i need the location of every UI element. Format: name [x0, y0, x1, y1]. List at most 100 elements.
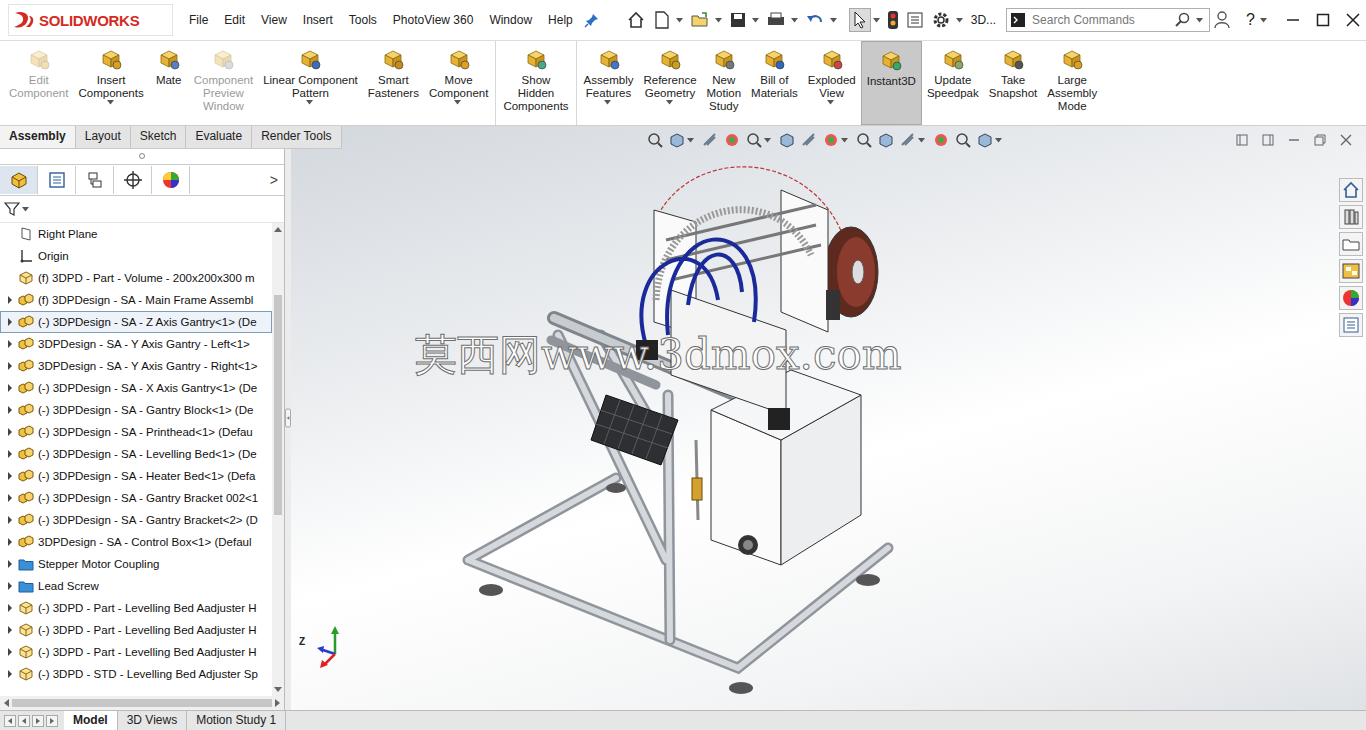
view-tool[interactable] — [877, 131, 895, 149]
dropdown-caret-icon[interactable] — [454, 100, 461, 105]
dropdown-caret-icon[interactable] — [918, 138, 925, 143]
view-tool[interactable] — [954, 131, 972, 149]
panel-splitter[interactable] — [284, 126, 291, 710]
tab-scroll-icon[interactable] — [32, 715, 44, 727]
command-button[interactable]: ExplodedView — [803, 41, 861, 125]
dropdown-caret-icon[interactable] — [1196, 18, 1203, 23]
view-tool[interactable] — [899, 131, 928, 149]
toolbar-overflow[interactable]: 3D... — [971, 13, 996, 27]
expander[interactable] — [4, 428, 16, 436]
tree-item[interactable]: 3DPDesign - SA - Y Axis Gantry - Left<1> — [0, 333, 272, 355]
tree-item[interactable]: (-) 3DPDesign - SA - Gantry Block<1> (De — [0, 399, 272, 421]
tree-item[interactable]: (-) 3DPDesign - SA - Printhead<1> (Defau — [0, 421, 272, 443]
menu-item[interactable]: Tools — [341, 13, 385, 27]
menu-item[interactable]: Edit — [216, 13, 253, 27]
dropdown-caret-icon[interactable] — [22, 207, 29, 212]
expander[interactable] — [4, 406, 16, 414]
command-button[interactable]: NewMotionStudy — [702, 41, 747, 125]
tree-item[interactable]: (-) 3DPDesign - SA - Gantry Bracket<2> (… — [0, 509, 272, 531]
viewport-restore-icon[interactable] — [1314, 134, 1326, 146]
view-tool[interactable] — [932, 131, 950, 149]
model-tab[interactable]: Model — [64, 711, 118, 730]
tab-scroll-icon[interactable] — [18, 715, 30, 727]
command-button[interactable]: SmartFasteners — [363, 41, 424, 125]
close-icon[interactable] — [1346, 13, 1360, 27]
tree-item[interactable]: (-) 3DPD - STD - Levelling Bed Adjuster … — [0, 663, 272, 685]
expander[interactable] — [4, 516, 16, 524]
menu-item[interactable]: View — [253, 13, 295, 27]
user-icon[interactable] — [1213, 10, 1231, 30]
view-tool[interactable] — [701, 131, 719, 149]
command-button[interactable]: TakeSnapshot — [984, 41, 1043, 125]
expand-arrow-icon[interactable] — [6, 604, 14, 612]
tree-item[interactable]: (-) 3DPDesign - SA - Heater Bed<1> (Defa — [0, 465, 272, 487]
command-tab[interactable]: Assembly — [0, 126, 76, 148]
view-tool[interactable] — [822, 131, 851, 149]
panel-handle[interactable] — [0, 148, 284, 164]
model-tab[interactable]: 3D Views — [118, 711, 187, 730]
panel-tab[interactable] — [38, 166, 76, 194]
expander[interactable] — [4, 472, 16, 480]
panel-tab[interactable] — [76, 166, 114, 194]
scroll-left-icon[interactable] — [3, 699, 9, 707]
tree-item[interactable]: (-) 3DPD - Part - Levelling Bed Aadjuste… — [0, 597, 272, 619]
command-button[interactable]: MoveComponent — [424, 41, 493, 125]
panel-tab[interactable] — [0, 166, 38, 194]
dropdown-caret-icon[interactable] — [604, 100, 611, 105]
tree-item[interactable]: (-) 3DPDesign - SA - Gantry Bracket 002<… — [0, 487, 272, 509]
search-icon[interactable] — [1175, 12, 1191, 28]
pin-icon[interactable] — [584, 12, 600, 28]
horizontal-scrollbar[interactable] — [0, 696, 284, 710]
viewport-minimize-icon[interactable] — [1288, 134, 1300, 146]
tree-item[interactable]: Stepper Motor Coupling — [0, 553, 272, 575]
view-tool[interactable] — [646, 131, 664, 149]
dropdown-caret-icon[interactable] — [830, 18, 837, 23]
open-folder-icon[interactable] — [690, 10, 710, 30]
home-icon[interactable] — [1339, 178, 1363, 202]
expander[interactable] — [4, 384, 16, 392]
command-button[interactable]: ComponentPreviewWindow — [189, 41, 258, 125]
expand-arrow-icon[interactable] — [6, 362, 14, 370]
command-tab[interactable]: Evaluate — [186, 126, 252, 148]
tree-item[interactable]: 3DPDesign - SA - Control Box<1> (Defaul — [0, 531, 272, 553]
dropdown-caret-icon[interactable] — [764, 138, 771, 143]
command-button[interactable]: Instant3D — [861, 41, 922, 125]
tab-scroll-icon[interactable] — [4, 715, 16, 727]
menu-item[interactable]: PhotoView 360 — [385, 13, 482, 27]
tree-item[interactable]: (f) 3DPDesign - SA - Main Frame Assembl — [0, 289, 272, 311]
view-tool[interactable] — [745, 131, 774, 149]
dropdown-caret-icon[interactable] — [107, 100, 114, 105]
tree-filter[interactable] — [0, 196, 284, 223]
more-tabs-button[interactable]: > — [270, 172, 278, 188]
expand-arrow-icon[interactable] — [6, 296, 14, 304]
scroll-up-icon[interactable] — [274, 226, 282, 232]
view-tool[interactable] — [800, 131, 818, 149]
expand-arrow-icon[interactable] — [6, 472, 14, 480]
scroll-thumb[interactable] — [274, 295, 282, 515]
expander[interactable] — [4, 604, 16, 612]
select-tool[interactable] — [849, 8, 871, 32]
expander[interactable] — [4, 450, 16, 458]
expand-arrow-icon[interactable] — [6, 582, 14, 590]
dropdown-caret-icon[interactable] — [1260, 18, 1267, 23]
help-button[interactable]: ? — [1246, 11, 1255, 29]
custom-properties-icon[interactable] — [1339, 313, 1363, 337]
tree-item[interactable]: 3DPDesign - SA - Y Axis Gantry - Right<1… — [0, 355, 272, 377]
command-button[interactable]: ShowHiddenComponents — [498, 41, 573, 125]
dropdown-caret-icon[interactable] — [306, 100, 313, 105]
tree-item[interactable]: Origin — [0, 245, 272, 267]
expander[interactable] — [4, 648, 16, 656]
command-button[interactable]: Linear ComponentPattern — [258, 41, 363, 125]
print-icon[interactable] — [766, 11, 786, 29]
command-button[interactable]: Bill ofMaterials — [746, 41, 803, 125]
tree-item[interactable]: (-) 3DPD - Part - Levelling Bed Aadjuste… — [0, 641, 272, 663]
design-library-icon[interactable] — [1339, 205, 1363, 229]
dropdown-caret-icon[interactable] — [827, 100, 834, 105]
command-button[interactable]: ReferenceGeometry — [638, 41, 701, 125]
tree-item[interactable]: (-) 3DPD - Part - Levelling Bed Aadjuste… — [0, 619, 272, 641]
dropdown-caret-icon[interactable] — [715, 18, 722, 23]
expander[interactable] — [4, 296, 16, 304]
dropdown-caret-icon[interactable] — [873, 18, 880, 23]
scroll-right-icon[interactable] — [275, 699, 281, 707]
dropdown-caret-icon[interactable] — [676, 18, 683, 23]
